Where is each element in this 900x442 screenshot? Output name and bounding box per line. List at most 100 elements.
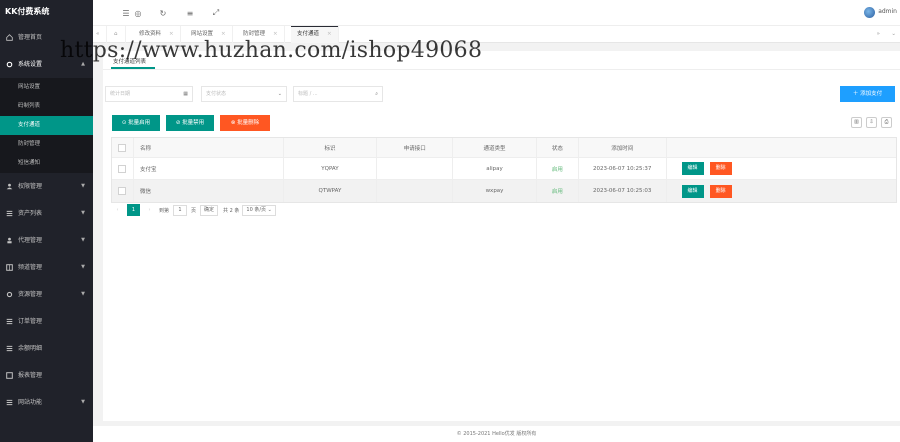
tab-edit-profile[interactable]: 修改资料 × xyxy=(133,26,181,43)
tabs-menu-chevron-icon[interactable]: ⌄ xyxy=(887,26,900,43)
sidebar-subitem-anti-block[interactable]: 防封管理 xyxy=(0,135,93,154)
cell-api xyxy=(377,180,454,202)
fullscreen-icon[interactable]: ⤢ xyxy=(211,8,221,18)
row-checkbox[interactable] xyxy=(112,158,134,179)
sidebar-item-label: 余额明细 xyxy=(18,345,43,352)
goto-button[interactable]: 确定 xyxy=(200,204,219,216)
per-page-select[interactable]: 10 条/页 ⌄ xyxy=(242,204,276,216)
date-filter-input[interactable]: 统计日期 ▦ xyxy=(105,86,193,102)
status-badge[interactable]: 启用 xyxy=(537,180,579,202)
next-page-icon[interactable]: › xyxy=(143,204,156,216)
avatar[interactable] xyxy=(864,7,875,18)
delete-button[interactable]: 删除 xyxy=(709,162,732,175)
cell-time: 2023-06-07 10:25:37 xyxy=(579,158,667,179)
sidebar: KK付费系统 管理首页 系统设置 ▲ 网站设置 码制列表 支付通道 防封管理 短… xyxy=(0,0,93,442)
sidebar-item-site-functions[interactable]: 网站功能 ▼ xyxy=(0,389,93,416)
add-payment-button[interactable]: ＋ 添加支付 xyxy=(840,86,895,102)
chevron-down-icon: ▼ xyxy=(81,291,85,297)
tabs-scroll-left-icon[interactable]: « xyxy=(93,26,107,43)
chevron-down-icon: ▼ xyxy=(81,183,85,189)
cell-code: YQPAY xyxy=(284,158,378,179)
select-all-checkbox[interactable] xyxy=(112,138,134,157)
column-header xyxy=(667,138,896,157)
sidebar-item-system-settings[interactable]: 系统设置 ▲ xyxy=(0,51,93,78)
globe-icon[interactable]: ◎ xyxy=(133,8,143,18)
home-icon xyxy=(5,34,13,42)
divider xyxy=(103,69,900,70)
sidebar-item-resources[interactable]: 资源管理 ▼ xyxy=(0,281,93,308)
row-checkbox[interactable] xyxy=(112,180,134,202)
sidebar-item-reports[interactable]: 报表管理 xyxy=(0,362,93,389)
close-icon[interactable]: × xyxy=(221,31,226,37)
cell-name: 支付宝 xyxy=(134,158,284,179)
sidebar-item-orders[interactable]: 订单管理 xyxy=(0,308,93,335)
cell-type: alipay xyxy=(453,158,537,179)
card-tab-payment-list[interactable]: 支付通道列表 xyxy=(113,57,146,65)
tab-site-settings[interactable]: 网站设置 × xyxy=(185,26,233,43)
sidebar-item-label: 订单管理 xyxy=(18,318,43,325)
chevron-down-icon: ⌄ xyxy=(277,91,282,97)
batch-delete-button[interactable]: ⊗ 批量删除 xyxy=(220,115,270,131)
batch-enable-button[interactable]: ⊙ 批量启用 xyxy=(112,115,160,131)
close-icon[interactable]: × xyxy=(327,31,332,37)
sidebar-item-balance[interactable]: 余额明细 xyxy=(0,335,93,362)
column-header: 添加时间 xyxy=(579,138,667,157)
delete-button[interactable]: 删除 xyxy=(709,184,732,198)
admin-name[interactable]: admin xyxy=(878,8,897,15)
grid-icon xyxy=(5,264,13,272)
person-icon xyxy=(5,237,13,245)
sidebar-item-label: 权限管理 xyxy=(18,183,43,190)
export-icon[interactable]: ⇩ xyxy=(866,117,877,128)
sidebar-subitem-code-list[interactable]: 码制列表 xyxy=(0,97,93,116)
edit-button[interactable]: 编辑 xyxy=(681,184,704,198)
status-badge[interactable]: 启用 xyxy=(537,158,579,179)
sidebar-subitem-sms[interactable]: 短信通知 xyxy=(0,154,93,173)
main-card: 支付通道列表 统计日期 ▦ 支付状态 ⌄ 标题 / ... ⌕ ＋ 添加支付 ⊙… xyxy=(103,51,900,421)
list-icon xyxy=(5,345,13,353)
chevron-up-icon: ▲ xyxy=(81,61,85,67)
sidebar-item-label: 频道管理 xyxy=(18,264,43,271)
status-filter-select[interactable]: 支付状态 ⌄ xyxy=(201,86,287,102)
footer: © 2015-2021 Hello优发 版权所有 xyxy=(93,426,900,442)
page-unit: 页 xyxy=(191,207,197,214)
sidebar-subitem-payment-channel[interactable]: 支付通道 xyxy=(0,116,93,135)
batch-disable-button[interactable]: ⊘ 批量禁用 xyxy=(166,115,214,131)
home-tab-icon[interactable]: ⌂ xyxy=(111,26,126,43)
print-icon[interactable]: ⎙ xyxy=(881,117,892,128)
close-icon[interactable]: × xyxy=(273,31,278,37)
sidebar-item-permissions[interactable]: 权限管理 ▼ xyxy=(0,173,93,200)
theme-icon[interactable]: ≡ xyxy=(185,8,195,18)
grid-icon xyxy=(5,372,13,380)
sidebar-item-label: 代理管理 xyxy=(18,237,43,244)
chevron-down-icon: ▼ xyxy=(81,399,85,405)
cell-name: 微信 xyxy=(134,180,284,202)
close-icon[interactable]: × xyxy=(169,31,174,37)
columns-icon[interactable]: ▥ xyxy=(851,117,862,128)
sidebar-item-home[interactable]: 管理首页 xyxy=(0,24,93,51)
sidebar-item-agents[interactable]: 代理管理 ▼ xyxy=(0,227,93,254)
page-input[interactable]: 1 xyxy=(173,204,188,216)
sidebar-item-assets[interactable]: 资产列表 ▼ xyxy=(0,200,93,227)
sidebar-item-label: 系统设置 xyxy=(18,61,43,68)
list-icon xyxy=(5,318,13,326)
tab-anti-block[interactable]: 防封管理 × xyxy=(237,26,285,43)
table-row: 微信 QTWPAY wxpay 启用 2023-06-07 10:25:03 编… xyxy=(112,180,896,202)
table-header-row: 名称 标识 申请接口 通道类型 状态 添加时间 xyxy=(112,138,896,158)
column-header: 申请接口 xyxy=(377,138,454,157)
list-icon xyxy=(5,399,13,407)
search-input[interactable]: 标题 / ... ⌕ xyxy=(293,86,383,102)
search-icon[interactable]: ⌕ xyxy=(375,87,378,101)
sidebar-item-label: 资源管理 xyxy=(18,291,43,298)
prev-page-icon[interactable]: ‹ xyxy=(111,204,124,216)
sidebar-item-channels[interactable]: 频道管理 ▼ xyxy=(0,254,93,281)
sidebar-subitem-site-settings[interactable]: 网站设置 xyxy=(0,78,93,97)
tabs-scroll-right-icon[interactable]: » xyxy=(871,26,886,43)
page-number-current[interactable]: 1 xyxy=(127,204,140,216)
sidebar-item-label: 管理首页 xyxy=(18,34,43,41)
table-row: 支付宝 YQPAY alipay 启用 2023-06-07 10:25:37 … xyxy=(112,158,896,180)
menu-toggle-icon[interactable]: ☰ xyxy=(121,8,131,18)
payment-table: 名称 标识 申请接口 通道类型 状态 添加时间 支付宝 YQPAY alipay… xyxy=(111,137,897,203)
tab-payment-channel[interactable]: 支付通道 × xyxy=(291,26,339,43)
edit-button[interactable]: 编辑 xyxy=(681,162,704,175)
refresh-icon[interactable]: ↻ xyxy=(158,8,168,18)
